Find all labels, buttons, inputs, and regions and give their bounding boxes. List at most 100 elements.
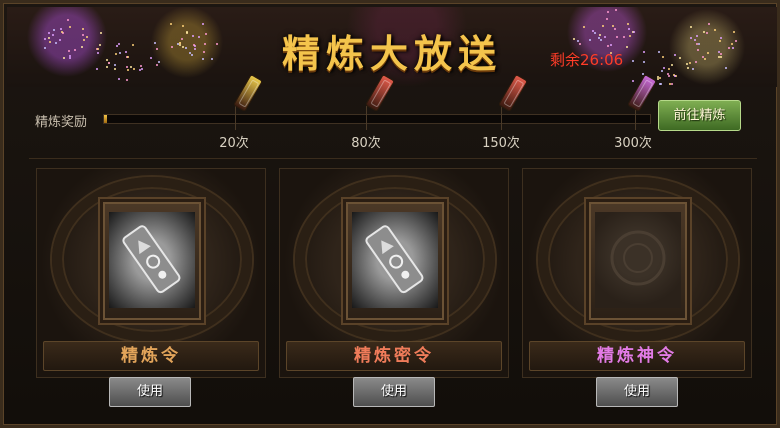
firework-spark — [696, 48, 699, 51]
milestone-tick — [501, 106, 502, 130]
firework-spark — [607, 11, 610, 14]
firework-spark — [702, 55, 705, 58]
milestone-tick — [235, 106, 236, 130]
milestone-tick — [366, 106, 367, 130]
firework-spark — [181, 24, 184, 27]
milestone-label-150: 150次 — [482, 136, 520, 151]
milestone-label-300: 300次 — [614, 136, 652, 151]
firework-spark — [169, 23, 172, 25]
goto-refine-button[interactable]: 前往精炼 — [658, 100, 741, 131]
firework-spark — [96, 52, 99, 55]
refine-secret-token-card: 精炼密令 — [279, 168, 509, 378]
firework-spark — [606, 44, 609, 47]
firework-spark — [66, 19, 69, 22]
firework-spark — [582, 25, 585, 28]
firework-spark — [210, 57, 213, 60]
firework-spark — [719, 52, 722, 55]
firework-spark — [130, 65, 133, 68]
firework-spark — [614, 9, 617, 12]
firework-spark — [628, 34, 631, 37]
firework-spark — [132, 43, 135, 46]
firework-spark — [149, 56, 152, 59]
refine-divine-token-card: 精炼神令 — [522, 168, 752, 378]
milestone-label-20: 20次 — [219, 136, 249, 151]
firework-spark — [603, 36, 606, 39]
firework-spark — [82, 38, 85, 41]
item-frame — [589, 202, 687, 320]
firework-spark — [627, 22, 630, 25]
firework-spark — [631, 59, 634, 62]
firework-spark — [215, 43, 218, 46]
firework-spark — [202, 51, 205, 53]
use-button[interactable]: 使用 — [109, 377, 191, 407]
fireworks-banner: 精炼大放送 剩余26:06 — [7, 7, 777, 87]
firework-spark — [658, 50, 661, 53]
firework-spark — [660, 82, 663, 85]
firework-spark — [105, 58, 108, 61]
empty-item-slot — [595, 212, 681, 308]
item-frame — [346, 202, 444, 320]
firework-spark — [124, 51, 127, 54]
firework-spark — [657, 77, 660, 80]
firework-spark — [126, 79, 129, 82]
firework-spark — [194, 47, 197, 50]
firework-spark — [184, 46, 187, 49]
firework-spark — [668, 83, 671, 85]
firework-spark — [118, 42, 121, 45]
firework-spark — [706, 31, 709, 34]
firework-spark — [193, 44, 196, 47]
firework-spark — [725, 66, 728, 69]
firework-spark — [119, 51, 122, 54]
firework-spark — [693, 39, 696, 42]
use-button[interactable]: 使用 — [353, 377, 435, 407]
refine-event-panel: 精炼大放送 剩余26:06 精炼奖励 20次 80次 150次 300次 前往精… — [0, 0, 780, 428]
firework-spark — [96, 67, 98, 70]
firework-spark — [727, 47, 730, 49]
firework-spark — [661, 56, 664, 59]
progress-label: 精炼奖励 — [35, 115, 88, 130]
section-divider — [29, 158, 757, 159]
firework-spark — [185, 30, 188, 33]
firework-spark — [658, 77, 661, 80]
firework-spark — [695, 34, 698, 37]
firework-spark — [51, 33, 54, 36]
refine-token-item-icon[interactable] — [109, 212, 195, 308]
firework-spark — [113, 64, 116, 67]
firework-spark — [605, 18, 608, 21]
firework-spark — [125, 66, 128, 69]
firework-spark — [667, 75, 670, 78]
milestone-label-80: 80次 — [351, 136, 381, 151]
use-button[interactable]: 使用 — [596, 377, 678, 407]
card-name: 精炼令 — [43, 341, 259, 371]
firework-spark — [203, 42, 206, 45]
card-name: 精炼神令 — [529, 341, 745, 371]
firework-spark — [82, 27, 85, 30]
refine-token-card: 精炼令 — [36, 168, 266, 378]
firework-spark — [106, 65, 109, 68]
firework-spark — [623, 35, 626, 38]
refine-secret-token-item-icon[interactable] — [352, 212, 438, 308]
firework-spark — [47, 31, 50, 34]
firework-spark — [118, 77, 121, 80]
firework-spark — [703, 30, 706, 33]
refine-progress-fill — [104, 115, 107, 123]
firework-spark — [115, 44, 118, 47]
firework-spark — [113, 67, 116, 70]
firework-spark — [730, 42, 733, 45]
firework-spark — [153, 42, 156, 45]
firework-spark — [576, 39, 579, 42]
firework-spark — [686, 62, 689, 65]
firework-spark — [180, 37, 183, 40]
card-name: 精炼密令 — [286, 341, 502, 371]
firework-spark — [679, 56, 682, 59]
firework-spark — [719, 36, 722, 39]
firework-spark — [632, 80, 635, 83]
countdown-timer: 剩余26:06 — [550, 51, 624, 69]
firework-spark — [48, 41, 51, 44]
refine-progress-bar — [103, 114, 651, 124]
firework-spark — [627, 28, 630, 31]
firework-spark — [632, 30, 635, 33]
firework-spark — [73, 49, 76, 52]
firework-spark — [610, 51, 613, 54]
firework-spark — [58, 38, 61, 41]
